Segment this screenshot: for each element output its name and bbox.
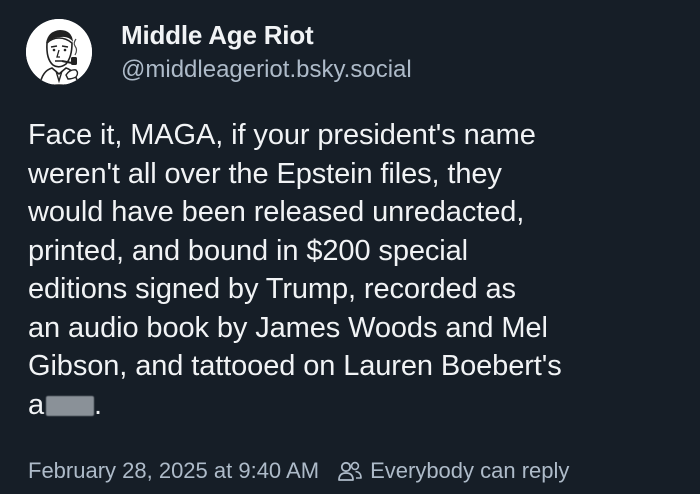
author-info: Middle Age Riot @middleageriot.bsky.soci…: [121, 18, 412, 86]
post-text-line: an audio book by James Woods and Mel: [28, 311, 548, 344]
post-footer: February 28, 2025 at 9:40 AM Everybody c…: [28, 458, 569, 484]
post-text-line: editions signed by Trump, recorded as: [28, 273, 516, 305]
post-text-last-line: a.: [28, 386, 678, 425]
post-text-line: weren't all over the Epstein files, they: [28, 157, 502, 190]
post-text-line: printed, and bound in $200 special: [28, 234, 468, 267]
censor-bar: [46, 395, 95, 416]
post-header: Middle Age Riot @middleageriot.bsky.soci…: [26, 18, 412, 86]
author-handle[interactable]: @middleageriot.bsky.social: [121, 54, 412, 86]
avatar-image: [26, 19, 92, 85]
post-text-line: would have been released unredacted,: [28, 196, 525, 228]
post-text-line: Gibson, and tattooed on Lauren Boebert's: [28, 350, 562, 382]
avatar[interactable]: [26, 19, 92, 85]
post-text-fragment: a: [28, 388, 45, 421]
post-text-fragment: .: [94, 388, 102, 421]
people-icon: [337, 459, 363, 483]
reply-setting[interactable]: Everybody can reply: [370, 458, 569, 484]
post-text-line: Face it, MAGA, if your president's name: [28, 119, 536, 151]
post-card: Middle Age Riot @middleageriot.bsky.soci…: [0, 0, 700, 494]
post-timestamp[interactable]: February 28, 2025 at 9:40 AM: [28, 458, 319, 484]
post-text: Face it, MAGA, if your president's name …: [28, 116, 678, 424]
author-display-name[interactable]: Middle Age Riot: [121, 18, 412, 52]
